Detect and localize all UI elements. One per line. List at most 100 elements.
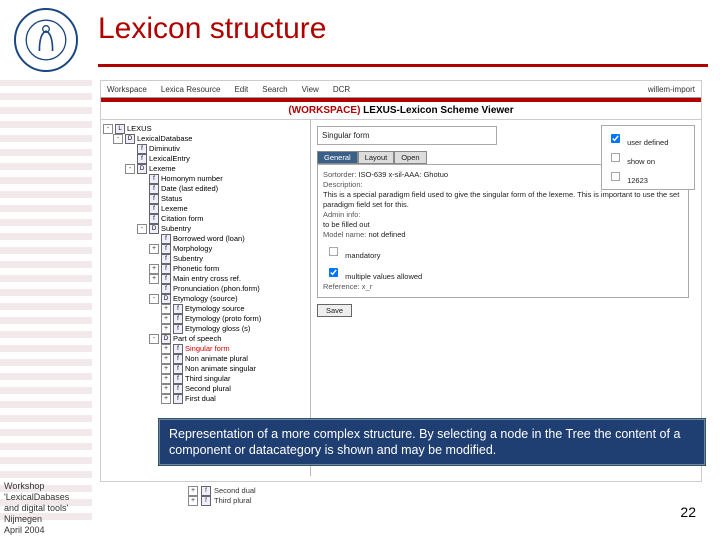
node-icon: f — [149, 174, 159, 184]
menu-edit[interactable]: Edit — [234, 85, 248, 94]
menu-dcr[interactable]: DCR — [333, 85, 350, 94]
tree-overflow: +fSecond dual +fThird plural — [188, 486, 256, 506]
expand-icon[interactable]: + — [161, 374, 171, 384]
expand-icon[interactable]: + — [161, 314, 171, 324]
expand-icon[interactable]: + — [161, 384, 171, 394]
tree-node[interactable]: fBorrowed word (loan) — [103, 234, 308, 244]
node-icon: D — [137, 164, 147, 174]
tree-node[interactable]: fHomonym number — [103, 174, 308, 184]
node-label: Citation form — [161, 214, 204, 224]
tree-node[interactable]: fCitation form — [103, 214, 308, 224]
menu-lexica[interactable]: Lexica Resource — [161, 85, 221, 94]
tree-node[interactable]: fDate (last edited) — [103, 184, 308, 194]
node-icon: D — [161, 294, 171, 304]
node-label: Main entry cross ref. — [173, 274, 241, 284]
node-icon: L — [115, 124, 125, 134]
tree-node[interactable]: +fNon animate singular — [103, 364, 308, 374]
save-button[interactable]: Save — [317, 304, 352, 317]
tree-node[interactable]: +fSecond plural — [103, 384, 308, 394]
tree-node[interactable]: +fThird singular — [103, 374, 308, 384]
slide-title: Lexicon structure — [98, 12, 326, 46]
node-label: Pronunciation (phon.form) — [173, 284, 260, 294]
viewer-name: LEXUS-Lexicon Scheme Viewer — [360, 105, 513, 116]
node-label: Second plural — [185, 384, 231, 394]
node-icon: f — [149, 194, 159, 204]
field-icon: f — [201, 486, 211, 496]
expand-icon[interactable]: + — [161, 304, 171, 314]
opt-id[interactable]: 12623 — [605, 167, 691, 186]
reference-label: Reference: x_r — [323, 282, 372, 291]
collapse-icon[interactable]: - — [149, 334, 159, 344]
tree-node[interactable]: +fMain entry cross ref. — [103, 274, 308, 284]
collapse-icon[interactable]: - — [125, 164, 135, 174]
caption-box: Representation of a more complex structu… — [158, 418, 706, 466]
tree-node[interactable]: +fSingular form — [103, 344, 308, 354]
tree-node[interactable]: -DEtymology (source) — [103, 294, 308, 304]
expand-icon[interactable]: + — [161, 364, 171, 374]
collapse-icon[interactable]: - — [137, 224, 147, 234]
node-label: Etymology (source) — [173, 294, 238, 304]
tree-node[interactable]: +fPhonetic form — [103, 264, 308, 274]
collapse-icon[interactable]: - — [113, 134, 123, 144]
node-icon: f — [161, 264, 171, 274]
title-underline — [98, 64, 708, 67]
page-number: 22 — [680, 504, 696, 520]
node-label: Homonym number — [161, 174, 223, 184]
tree-node[interactable]: -DLexicalDatabase — [103, 134, 308, 144]
node-icon: f — [173, 314, 183, 324]
node-label: Lexeme — [149, 164, 176, 174]
expand-icon[interactable]: + — [161, 354, 171, 364]
opt-user-defined[interactable]: user defined — [605, 129, 691, 148]
app-title: (WORKSPACE) LEXUS-Lexicon Scheme Viewer — [101, 102, 701, 120]
mandatory-checkbox[interactable]: mandatory — [323, 251, 381, 260]
expand-icon[interactable]: + — [149, 244, 159, 254]
tree-node[interactable]: +fEtymology (proto form) — [103, 314, 308, 324]
node-label: Diminutiv — [149, 144, 180, 154]
node-icon: f — [173, 344, 183, 354]
node-label: Subentry — [161, 224, 191, 234]
tree-node[interactable]: +fMorphology — [103, 244, 308, 254]
tree-node[interactable]: fStatus — [103, 194, 308, 204]
menu-search[interactable]: Search — [262, 85, 287, 94]
expand-icon[interactable]: + — [161, 344, 171, 354]
tab-layout[interactable]: Layout — [358, 151, 395, 164]
tree-node[interactable]: -DLexeme — [103, 164, 308, 174]
node-icon: f — [149, 214, 159, 224]
collapse-icon[interactable]: - — [103, 124, 113, 134]
tree-node[interactable]: fLexicalEntry — [103, 154, 308, 164]
node-label: LexicalDatabase — [137, 134, 192, 144]
sortorder-value: ISO-639 x-sil-AAA: Ghotuo — [358, 170, 448, 179]
node-label: LexicalEntry — [149, 154, 190, 164]
tree-node[interactable]: -DPart of speech — [103, 334, 308, 344]
node-label: Subentry — [173, 254, 203, 264]
tree-node[interactable]: +fNon animate plural — [103, 354, 308, 364]
expand-icon[interactable]: + — [161, 324, 171, 334]
multiple-checkbox[interactable]: multiple values allowed — [323, 272, 422, 281]
expand-icon[interactable]: + — [149, 274, 159, 284]
collapse-icon[interactable]: - — [149, 294, 159, 304]
tree-node[interactable]: -DSubentry — [103, 224, 308, 234]
tree-node[interactable]: fSubentry — [103, 254, 308, 264]
tree-node[interactable]: -LLEXUS — [103, 124, 308, 134]
tab-open[interactable]: Open — [394, 151, 426, 164]
node-label: Date (last edited) — [161, 184, 218, 194]
opt-show-on[interactable]: show on — [605, 148, 691, 167]
tree-node[interactable]: fDiminutiv — [103, 144, 308, 154]
expand-icon[interactable]: + — [188, 496, 198, 506]
tree-node[interactable]: +fEtymology gloss (s) — [103, 324, 308, 334]
node-label: Morphology — [173, 244, 212, 254]
expand-icon[interactable]: + — [161, 394, 171, 404]
tree-node[interactable]: fLexeme — [103, 204, 308, 214]
expand-icon[interactable]: + — [149, 264, 159, 274]
menu-view[interactable]: View — [302, 85, 319, 94]
node-label: Part of speech — [173, 334, 221, 344]
expand-icon[interactable]: + — [188, 486, 198, 496]
field-icon: f — [201, 496, 211, 506]
menu-workspace[interactable]: Workspace — [107, 85, 147, 94]
tree-node[interactable]: +fEtymology source — [103, 304, 308, 314]
node-label: Etymology source — [185, 304, 245, 314]
tab-general[interactable]: General — [317, 151, 358, 164]
field-name-box: Singular form — [317, 126, 497, 145]
tree-node[interactable]: fPronunciation (phon.form) — [103, 284, 308, 294]
tree-node[interactable]: +fFirst dual — [103, 394, 308, 404]
